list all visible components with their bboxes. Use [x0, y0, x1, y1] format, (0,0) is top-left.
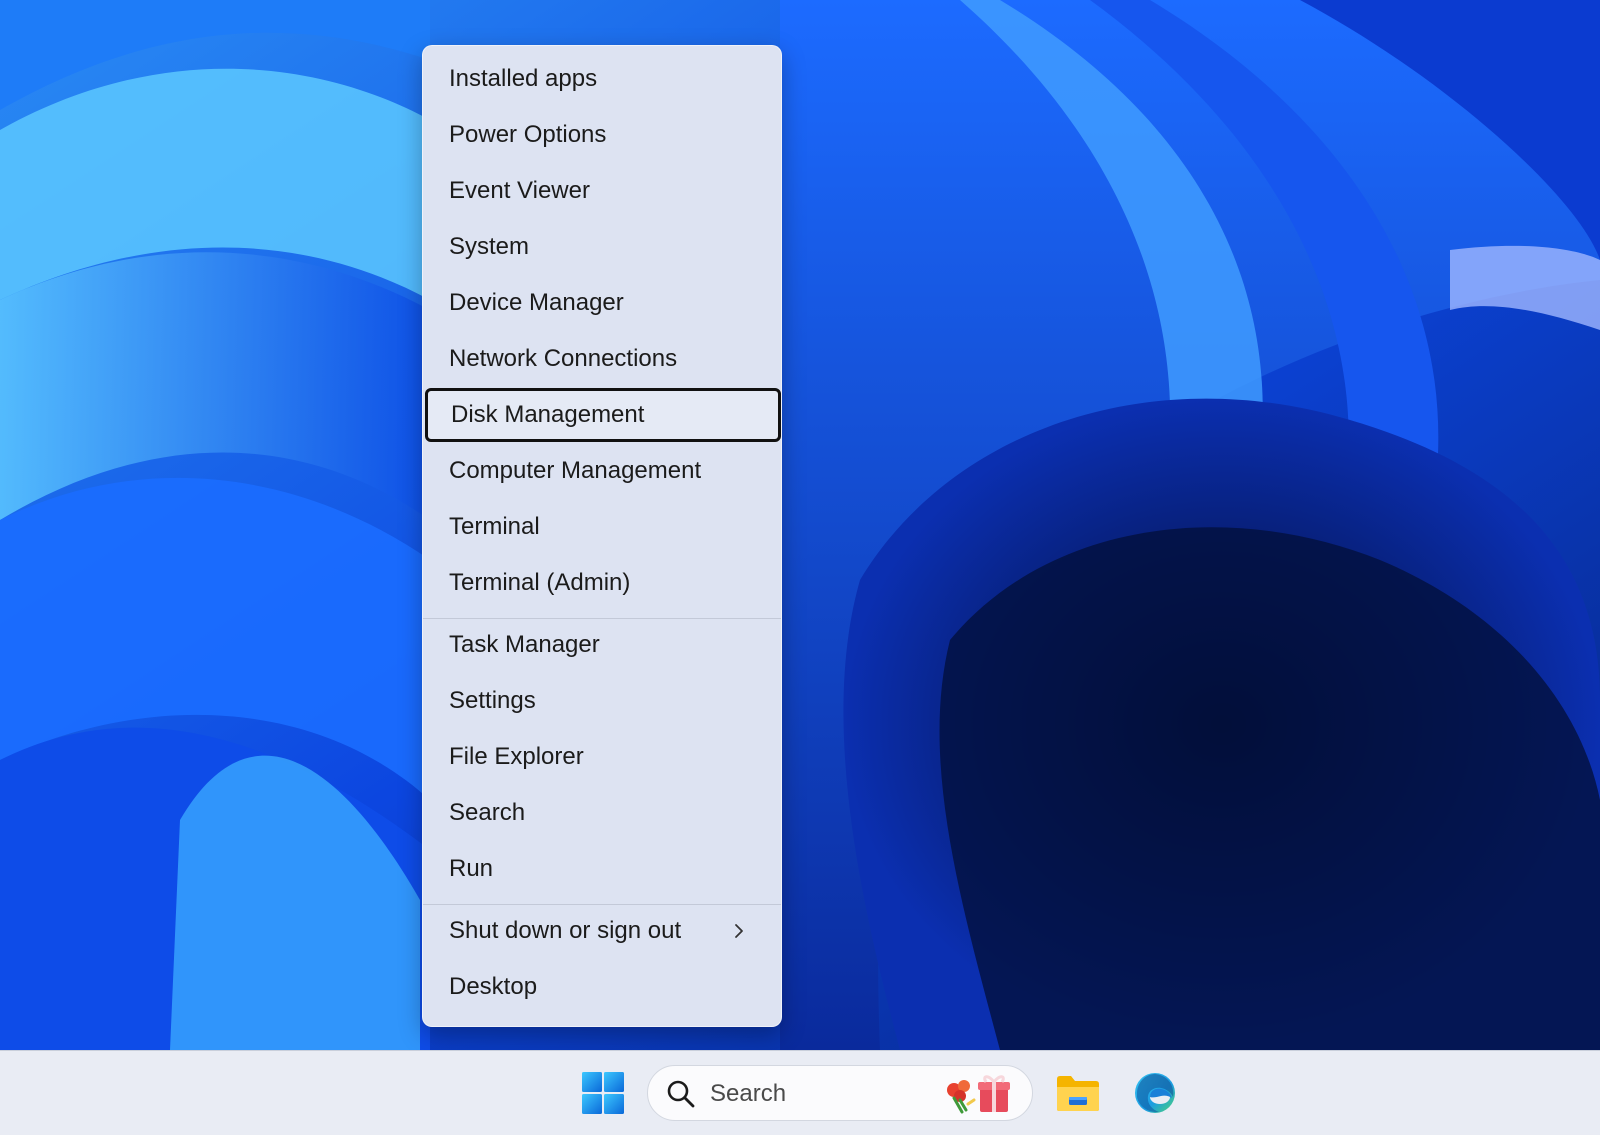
menu-item-settings[interactable]: Settings: [423, 674, 781, 728]
menu-item-run[interactable]: Run: [423, 842, 781, 896]
menu-item-label: File Explorer: [449, 743, 584, 770]
file-explorer-icon: [1057, 1076, 1099, 1111]
menu-item-network-connections[interactable]: Network Connections: [423, 332, 781, 386]
menu-item-file-explorer[interactable]: File Explorer: [423, 730, 781, 784]
menu-item-desktop[interactable]: Desktop: [423, 960, 781, 1014]
menu-item-search[interactable]: Search: [423, 786, 781, 840]
menu-item-label: Disk Management: [451, 401, 645, 428]
windows-start-icon: [582, 1072, 624, 1114]
taskbar: Search: [0, 1050, 1600, 1135]
menu-item-label: Terminal: [449, 513, 540, 540]
edge-browser-button[interactable]: [1125, 1063, 1185, 1123]
wallpaper-bloom: [0, 0, 1600, 1050]
menu-item-task-manager[interactable]: Task Manager: [423, 618, 781, 672]
search-placeholder: Search: [710, 1080, 787, 1107]
menu-item-label: Installed apps: [449, 65, 598, 92]
menu-item-label: Network Connections: [449, 345, 678, 372]
menu-item-system[interactable]: System: [423, 220, 781, 274]
menu-item-device-manager[interactable]: Device Manager: [423, 276, 781, 330]
menu-item-label: Device Manager: [449, 289, 624, 316]
menu-item-label: Desktop: [449, 973, 538, 1000]
search-icon: [667, 1080, 695, 1108]
menu-item-event-viewer[interactable]: Event Viewer: [423, 164, 781, 218]
menu-item-label: Computer Management: [449, 457, 702, 484]
menu-item-label: System: [449, 233, 530, 260]
desktop[interactable]: Installed apps Power Options Event Viewe…: [0, 0, 1600, 1050]
menu-item-terminal[interactable]: Terminal: [423, 500, 781, 554]
winx-context-menu: Installed apps Power Options Event Viewe…: [422, 45, 782, 1027]
menu-item-disk-management[interactable]: Disk Management: [425, 388, 781, 442]
search-highlight-gift-icon[interactable]: [940, 1074, 1014, 1114]
menu-item-terminal-admin[interactable]: Terminal (Admin): [423, 556, 781, 610]
menu-item-power-options[interactable]: Power Options: [423, 108, 781, 162]
menu-item-label: Shut down or sign out: [449, 917, 682, 944]
menu-item-computer-management[interactable]: Computer Management: [423, 444, 781, 498]
menu-item-label: Task Manager: [449, 631, 600, 658]
menu-item-label: Settings: [449, 687, 536, 714]
menu-item-shut-down-or-sign-out[interactable]: Shut down or sign out: [423, 904, 781, 958]
chevron-right-icon: [735, 924, 743, 938]
menu-item-label: Power Options: [449, 121, 607, 148]
menu-item-label: Event Viewer: [449, 177, 590, 204]
menu-item-label: Search: [449, 799, 526, 826]
menu-item-label: Terminal (Admin): [449, 569, 631, 596]
edge-browser-icon: [1135, 1073, 1175, 1113]
start-button[interactable]: [573, 1063, 633, 1123]
file-explorer-button[interactable]: [1048, 1063, 1108, 1123]
taskbar-search-box[interactable]: Search: [647, 1065, 1033, 1121]
menu-item-label: Run: [449, 855, 494, 882]
menu-item-installed-apps[interactable]: Installed apps: [423, 52, 781, 106]
